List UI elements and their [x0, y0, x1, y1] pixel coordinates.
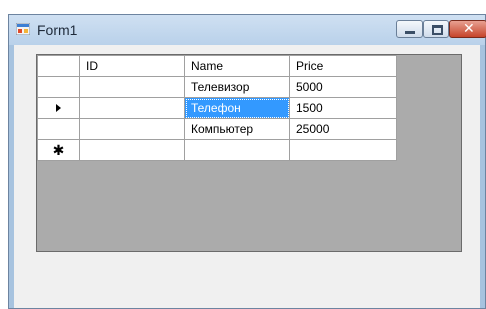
form1-window: Form1 ✕ ID Name Price Телевизор 5000 Тел…	[8, 14, 486, 309]
new-row[interactable]: ✱	[37, 139, 397, 161]
table-row[interactable]: Телефон 1500	[37, 97, 397, 119]
top-left-header-cell[interactable]	[37, 55, 80, 77]
cell-name[interactable]	[184, 139, 290, 161]
cell-price[interactable]: 25000	[289, 118, 397, 140]
cell-price[interactable]: 1500	[289, 97, 397, 119]
cell-id[interactable]	[79, 76, 185, 98]
column-header-id[interactable]: ID	[79, 55, 185, 77]
data-grid-view[interactable]: ID Name Price Телевизор 5000 Телефон 150…	[36, 54, 462, 252]
row-pointer-icon	[56, 104, 61, 112]
row-header[interactable]	[37, 76, 80, 98]
cell-name-selected[interactable]: Телефон	[184, 97, 290, 119]
cell-price[interactable]	[289, 139, 397, 161]
column-header-row: ID Name Price	[37, 55, 397, 77]
row-header[interactable]: ✱	[37, 139, 80, 161]
cell-price[interactable]: 5000	[289, 76, 397, 98]
row-header[interactable]	[37, 118, 80, 140]
table-row[interactable]: Телевизор 5000	[37, 76, 397, 98]
form-client-area: ID Name Price Телевизор 5000 Телефон 150…	[14, 45, 480, 308]
minimize-button[interactable]	[396, 20, 423, 38]
maximize-icon	[432, 25, 443, 35]
minimize-icon	[405, 31, 415, 34]
close-icon: ✕	[463, 21, 475, 37]
row-header[interactable]	[37, 97, 80, 119]
table-row[interactable]: Компьютер 25000	[37, 118, 397, 140]
maximize-button[interactable]	[423, 20, 449, 38]
window-title: Form1	[37, 22, 78, 38]
cell-id[interactable]	[79, 118, 185, 140]
cell-id[interactable]	[79, 139, 185, 161]
cell-id[interactable]	[79, 97, 185, 119]
column-header-name[interactable]: Name	[184, 55, 290, 77]
cell-name[interactable]: Компьютер	[184, 118, 290, 140]
data-grid-table: ID Name Price Телевизор 5000 Телефон 150…	[37, 55, 397, 161]
column-header-price[interactable]: Price	[289, 55, 397, 77]
form-icon	[16, 23, 30, 35]
new-row-icon: ✱	[52, 141, 65, 158]
title-bar[interactable]: Form1 ✕	[9, 15, 486, 45]
close-button[interactable]: ✕	[449, 20, 486, 38]
cell-name[interactable]: Телевизор	[184, 76, 290, 98]
